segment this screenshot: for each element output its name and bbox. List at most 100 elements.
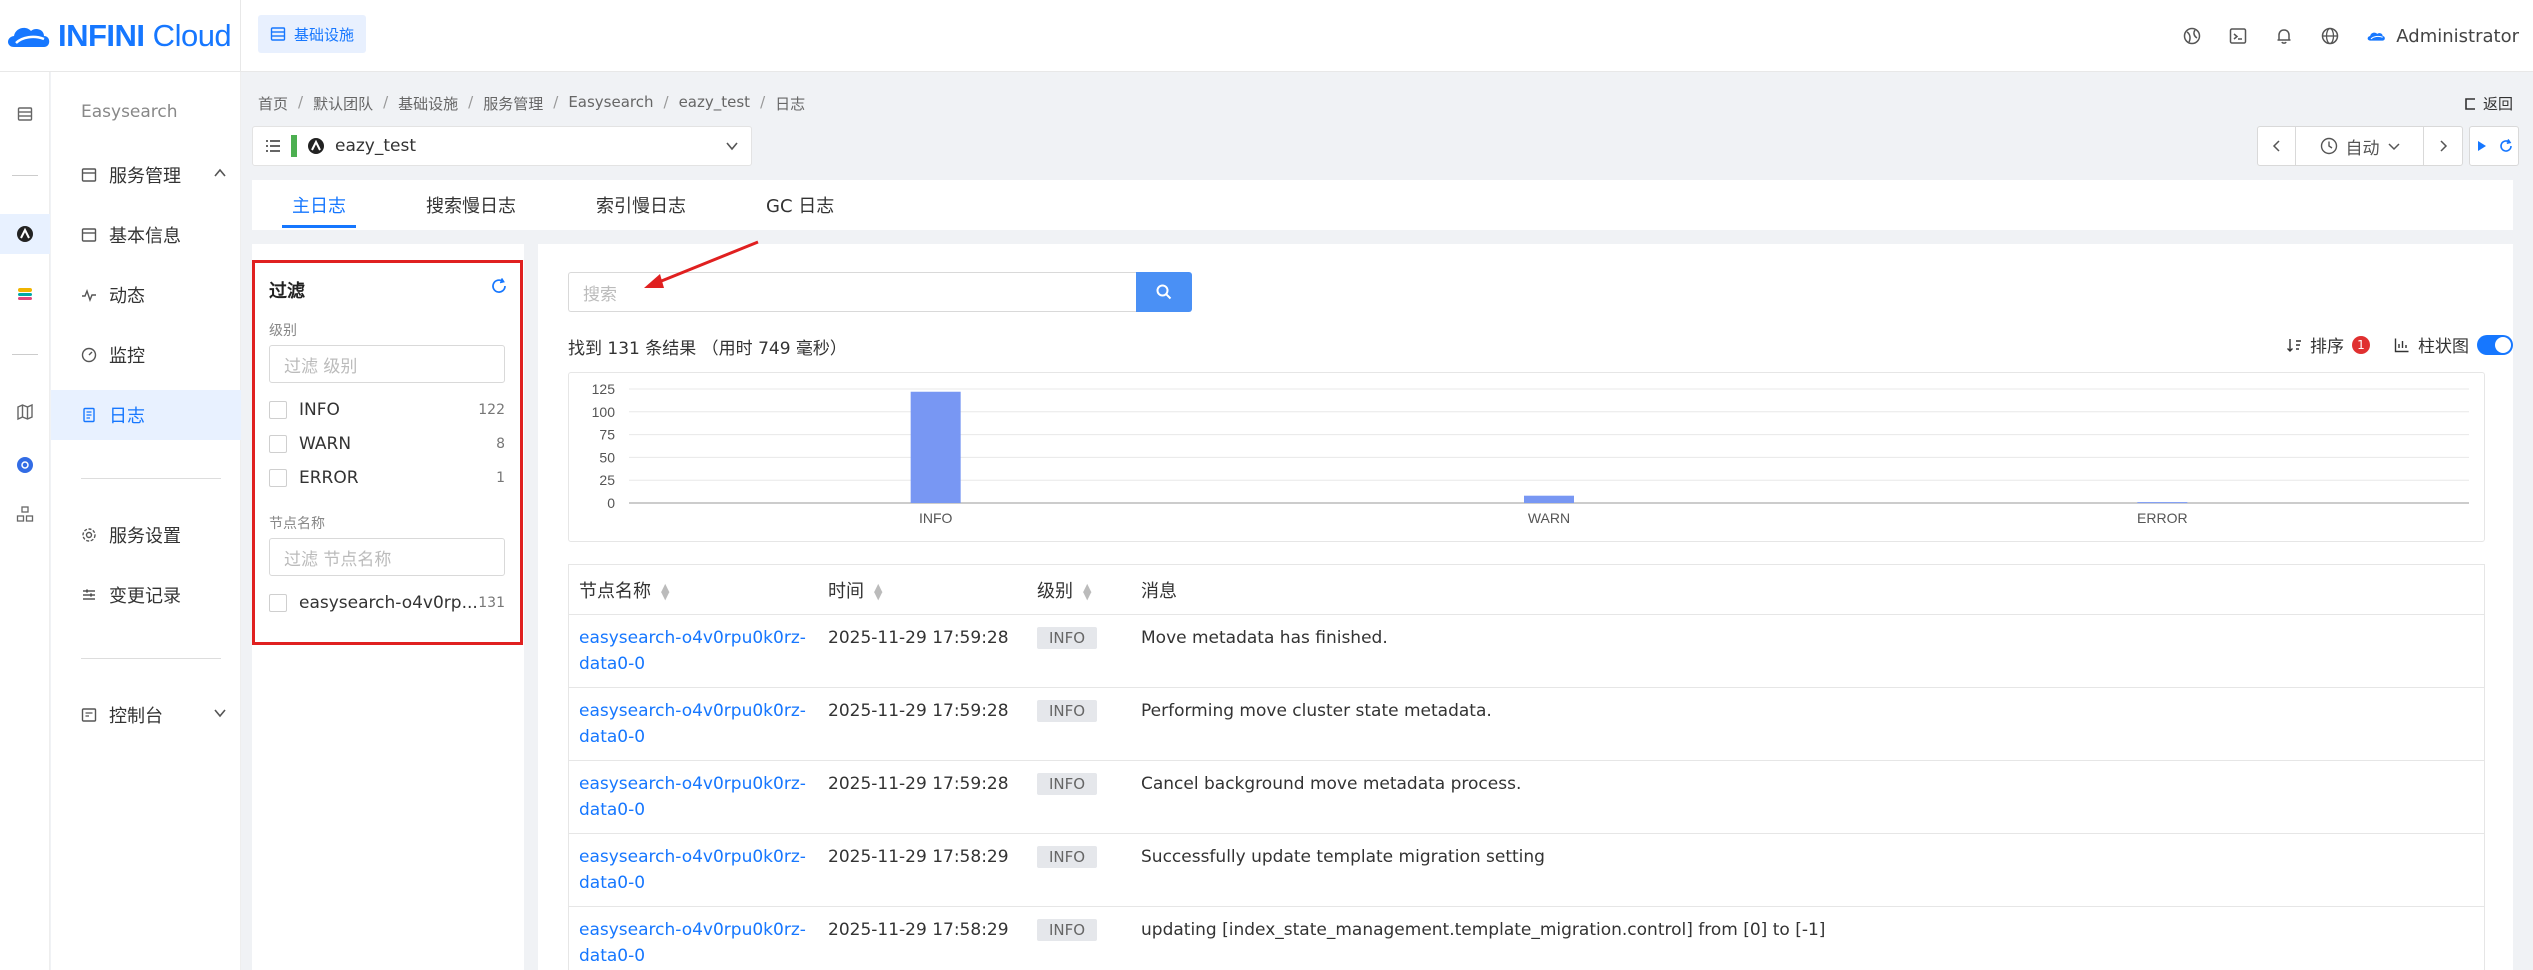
level-filter-input[interactable]: 过滤 级别 <box>269 345 505 383</box>
checkbox[interactable] <box>269 401 287 419</box>
level-name: ERROR <box>299 468 359 488</box>
rail-kubernetes-button[interactable] <box>0 445 50 485</box>
log-level-cell: INFO <box>1031 615 1141 687</box>
user-menu[interactable]: Administrator <box>2366 26 2519 47</box>
sort-button[interactable]: 排序 <box>2310 332 2344 357</box>
search-icon <box>1156 284 1172 300</box>
y-tick-label: 25 <box>599 472 615 488</box>
menu-basic-info[interactable]: 基本信息 <box>51 210 241 260</box>
refresh-icon[interactable] <box>490 277 508 295</box>
tab-search-slow-log[interactable]: 搜索慢日志 <box>400 180 542 230</box>
checkbox[interactable] <box>269 435 287 453</box>
level-count: 122 <box>478 402 505 418</box>
log-table: 节点名称 ▲ ▼ 时间 ▲ ▼ 级别 ▲ ▼ 消息 easysearch-o4v0rpu0k… <box>568 564 2485 970</box>
log-content-panel: 搜索 找到 131 条结果 （用时 749 毫秒） 排序 1 柱状图 125 10… <box>538 244 2513 970</box>
bell-icon[interactable] <box>2274 26 2294 46</box>
username: Administrator <box>2396 25 2519 47</box>
column-header-label: 节点名称 <box>579 580 651 602</box>
rail-divider <box>12 354 38 355</box>
menu-activity[interactable]: 动态 <box>51 270 241 320</box>
level-option-error[interactable]: ERROR 1 <box>269 464 505 492</box>
menu-label: 监控 <box>109 346 145 367</box>
level-tag: INFO <box>1037 773 1098 795</box>
breadcrumb-separator: / <box>298 93 304 111</box>
menu-label: 服务设置 <box>109 526 181 547</box>
node-link[interactable]: easysearch-o4v0rpu0k0rz-data0-0 <box>569 688 818 760</box>
node-link[interactable]: easysearch-o4v0rpu0k0rz-data0-0 <box>569 615 818 687</box>
breadcrumb-easysearch[interactable]: Easysearch <box>568 93 653 114</box>
bar-warn[interactable] <box>1524 495 1574 503</box>
menu-service-management[interactable]: 服务管理 <box>51 150 241 200</box>
breadcrumb-infra[interactable]: 基础设施 <box>398 93 458 114</box>
breadcrumb: 首页 / 默认团队 / 基础设施 / 服务管理 / Easysearch / eazy_t… <box>258 93 805 114</box>
node-line: easysearch-o4v0rpu0k0rz- <box>579 774 806 794</box>
play-button[interactable] <box>2470 127 2494 165</box>
back-button[interactable]: 返回 <box>2463 93 2513 114</box>
menu-divider <box>81 658 221 659</box>
infrastructure-chip[interactable]: 基础设施 <box>258 15 367 53</box>
log-tabs: 主日志 搜索慢日志 索引慢日志 GC 日志 <box>252 180 2513 230</box>
level-option-warn[interactable]: WARN 8 <box>269 430 505 458</box>
language-icon[interactable] <box>2320 26 2340 46</box>
chevron-down-icon <box>2387 143 2400 151</box>
terminal-icon[interactable] <box>2228 26 2248 46</box>
time-next-button[interactable] <box>2424 127 2462 165</box>
breadcrumb-service-mgmt[interactable]: 服务管理 <box>483 93 543 114</box>
infini-cloud-logo[interactable]: INFINI Cloud <box>4 14 232 58</box>
checkbox[interactable] <box>269 469 287 487</box>
bar-error[interactable] <box>2137 502 2188 504</box>
y-tick-label: 100 <box>592 404 616 420</box>
node-link[interactable]: easysearch-o4v0rpu0k0rz-data0-0 <box>569 907 818 970</box>
bar-info[interactable] <box>910 391 961 503</box>
server-icon <box>270 27 286 41</box>
node-filter-input[interactable]: 过滤 节点名称 <box>269 538 505 576</box>
menu-console[interactable]: 控制台 <box>51 690 241 740</box>
breadcrumb-team[interactable]: 默认团队 <box>313 93 373 114</box>
rail-map-button[interactable] <box>0 392 50 432</box>
refresh-button[interactable] <box>2494 127 2518 165</box>
menu-monitoring[interactable]: 监控 <box>51 330 241 380</box>
checkbox[interactable] <box>269 594 287 612</box>
breadcrumb-separator: / <box>468 93 474 111</box>
breadcrumb-cluster[interactable]: eazy_test <box>679 93 750 114</box>
back-icon <box>2465 97 2475 110</box>
time-prev-button[interactable] <box>2258 127 2296 165</box>
y-tick-label: 125 <box>592 381 616 397</box>
sort-icon <box>2287 338 2301 352</box>
cloud-logo-icon <box>8 27 50 47</box>
menu-change-log[interactable]: 变更记录 <box>51 570 241 620</box>
level-option-info[interactable]: INFO 122 <box>269 396 505 424</box>
node-link[interactable]: easysearch-o4v0rpu0k0rz-data0-0 <box>569 834 818 906</box>
menu-logs[interactable]: 日志 <box>51 390 241 440</box>
column-header-node[interactable]: 节点名称 ▲ ▼ <box>569 577 818 603</box>
list-icon <box>266 140 280 152</box>
node-name: easysearch-o4v0rp... <box>299 593 478 613</box>
tab-gc-log[interactable]: GC 日志 <box>740 180 860 230</box>
rail-easysearch-button[interactable] <box>0 214 50 254</box>
column-header-time[interactable]: 时间 ▲ ▼ <box>818 577 1031 603</box>
x-tick-label: INFO <box>919 510 953 526</box>
breadcrumb-separator: / <box>663 93 669 111</box>
table-header: 节点名称 ▲ ▼ 时间 ▲ ▼ 级别 ▲ ▼ 消息 <box>569 565 2484 615</box>
node-link[interactable]: easysearch-o4v0rpu0k0rz-data0-0 <box>569 761 818 833</box>
histogram-toggle[interactable] <box>2477 334 2513 355</box>
tab-main-log[interactable]: 主日志 <box>266 180 372 230</box>
rail-cluster-button[interactable] <box>0 494 50 534</box>
globe-link-icon[interactable] <box>2182 26 2202 46</box>
sort-arrows-icon: ▲ ▼ <box>874 580 883 602</box>
node-option[interactable]: easysearch-o4v0rp... 131 <box>269 589 505 617</box>
tab-index-slow-log[interactable]: 索引慢日志 <box>570 180 712 230</box>
column-header-level[interactable]: 级别 ▲ ▼ <box>1031 577 1141 603</box>
rail-elastic-button[interactable] <box>0 274 50 314</box>
time-mode-select[interactable]: 自动 <box>2296 127 2424 165</box>
rail-infra-button[interactable] <box>0 94 50 134</box>
log-message: Cancel background move metadata process. <box>1141 774 1522 794</box>
menu-service-settings[interactable]: 服务设置 <box>51 510 241 560</box>
elastic-icon <box>18 288 32 300</box>
menu-label: 服务管理 <box>109 166 181 187</box>
column-header-label: 消息 <box>1141 580 1177 602</box>
breadcrumb-home[interactable]: 首页 <box>258 93 288 114</box>
search-button[interactable] <box>1136 272 1192 312</box>
cluster-select[interactable]: eazy_test <box>252 126 752 166</box>
top-header: INFINI Cloud 基础设施 Administrator <box>0 0 2533 72</box>
